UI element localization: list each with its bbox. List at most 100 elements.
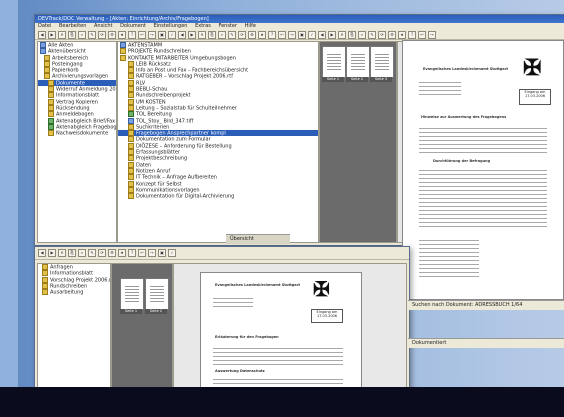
page-thumb-b[interactable] [145,278,169,310]
toolbar-button-21[interactable]: ⟳ [238,30,246,39]
church-cross-logo-2: ✠ [313,277,330,301]
footer-bar [0,387,564,417]
page-thumb-3[interactable] [370,46,394,78]
menu-bar: Datei Bearbeiten Ansicht Dokument Einste… [35,23,564,30]
toolbar-button-12[interactable]: ↪ [148,249,156,257]
toolbar-button-3[interactable]: ✕ [58,30,66,39]
toolbar-button-9[interactable]: ★ [118,249,126,257]
folder-icon [42,276,48,283]
toolbar-button-11[interactable]: ↩ [138,249,146,257]
menu-dokument[interactable]: Dokument [120,23,146,29]
folder-icon [48,104,54,111]
left-tree-pane: Alle Akten Aktenübersicht Arbeitsbereich Po… [37,41,117,243]
folder-icon [48,86,54,93]
toolbar-button-23[interactable]: ★ [258,30,266,39]
toolbar-button-16[interactable]: ▶ [188,30,196,39]
tree-item[interactable]: Ausarbeitung [38,289,110,296]
tree-item-label: Dokumentation für Digital-Archivierung [136,193,235,200]
toolbar-button-17[interactable]: ✕ [198,30,206,39]
church-cross-logo: ✠ [523,55,542,81]
toolbar-button-25[interactable]: ↩ [278,30,286,39]
menu-hilfe[interactable]: Hilfe [245,23,256,29]
toolbar-button-5[interactable]: ⌕ [78,30,86,39]
toolbar-button-4[interactable]: ⎘ [68,249,76,257]
toolbar-button-2[interactable]: ▶ [48,249,56,257]
toolbar-button-37[interactable]: ★ [398,30,406,39]
folder-icon [128,155,134,162]
window-title: DEVTrack/DOC Verwaltung – [Akten: Einric… [35,15,564,23]
toolbar-button-24[interactable]: ? [268,30,276,39]
toolbar-button-9[interactable]: ★ [118,30,126,39]
toolbar-button-28[interactable]: ✓ [308,30,316,39]
toolbar-button-13[interactable]: ▣ [158,30,166,39]
second-left-pane: Anfragen Informationsblatt Vorschlag Proje… [37,263,111,388]
folder-icon [40,48,46,55]
toolbar-button-13[interactable]: ▣ [158,249,166,257]
toolbar-button-14[interactable]: ✓ [168,249,176,257]
toolbar-button-36[interactable]: ⚙ [388,30,396,39]
toolbar-button-7[interactable]: ⟳ [98,249,106,257]
toolbar-button-19[interactable]: ⌕ [218,30,226,39]
toolbar-button-14[interactable]: ✓ [168,30,176,39]
folder-icon [40,42,46,48]
toolbar-button-1[interactable]: ◀ [38,30,46,39]
toolbar-button-10[interactable]: ? [128,249,136,257]
menu-fenster[interactable]: Fenster [218,23,237,29]
folder-icon [44,67,50,74]
toolbar-button-39[interactable]: ↩ [418,30,426,39]
tree-item[interactable]: Nachweisdokumente [38,130,116,137]
toolbar-button-15[interactable]: ◀ [178,30,186,39]
toolbar-button-22[interactable]: ⚙ [248,30,256,39]
doc-body-3 [419,237,479,277]
toolbar-button-12[interactable]: ↪ [148,30,156,39]
toolbar-button-33[interactable]: ⌕ [358,30,366,39]
folder-icon [42,264,48,270]
toolbar-button-26[interactable]: ↪ [288,30,296,39]
doc2-sender: Evangelisches Landeskirchenamt Stuttgart [215,283,301,287]
folder-icon [120,48,126,55]
folder-icon [44,73,50,80]
toolbar-button-6[interactable]: ✎ [88,30,96,39]
toolbar-button-31[interactable]: ✕ [338,30,346,39]
toolbar-button-18[interactable]: ⎘ [208,30,216,39]
folder-icon [128,161,134,168]
folder-icon [128,130,134,137]
tree-item[interactable]: Dokumentation für Digital-Archivierung [118,193,318,200]
menu-einstellungen[interactable]: Einstellungen [154,23,188,29]
toolbar-button-35[interactable]: ⟳ [378,30,386,39]
toolbar-button-6[interactable]: ✎ [88,249,96,257]
page-thumb-2[interactable] [346,46,370,78]
toolbar-button-4[interactable]: ⎘ [68,30,76,39]
toolbar-button-5[interactable]: ⌕ [78,249,86,257]
menu-datei[interactable]: Datei [38,23,51,29]
menu-bearbeiten[interactable]: Bearbeiten [59,23,86,29]
toolbar-button-1[interactable]: ◀ [38,249,46,257]
folder-icon [128,167,134,174]
toolbar-button-29[interactable]: ◀ [318,30,326,39]
status-bar-1: Suchen nach Dokument: ADRESSBUCH 1/64 [408,300,564,310]
toolbar-button-34[interactable]: ✎ [368,30,376,39]
toolbar-button-20[interactable]: ✎ [228,30,236,39]
folder-icon [48,123,54,130]
toolbar-button-8[interactable]: ⚙ [108,30,116,39]
folder-icon [128,142,134,149]
menu-extras[interactable]: Extras [195,23,211,29]
page-thumb-1[interactable] [322,46,346,78]
toolbar-button-40[interactable]: ↪ [428,30,436,39]
toolbar-button-7[interactable]: ⟳ [98,30,106,39]
status-bar-2: Dokumentiert [408,338,564,348]
document-page-second: Evangelisches Landeskirchenamt Stuttgart… [200,272,362,389]
middle-tree-pane: AKTENSTAMM PROJEKTE Rundschreiben KONTAKTE… [117,41,319,243]
page-thumb-a[interactable] [120,278,144,310]
toolbar-button-30[interactable]: ▶ [328,30,336,39]
toolbar-button-10[interactable]: ? [128,30,136,39]
doc2-address-block [213,295,253,307]
toolbar-button-27[interactable]: ▣ [298,30,306,39]
menu-ansicht[interactable]: Ansicht [94,23,112,29]
toolbar-button-38[interactable]: ? [408,30,416,39]
toolbar-button-3[interactable]: ✕ [58,249,66,257]
toolbar-button-11[interactable]: ↩ [138,30,146,39]
toolbar-button-8[interactable]: ⚙ [108,249,116,257]
toolbar-button-32[interactable]: ⎘ [348,30,356,39]
toolbar-button-2[interactable]: ▶ [48,30,56,39]
